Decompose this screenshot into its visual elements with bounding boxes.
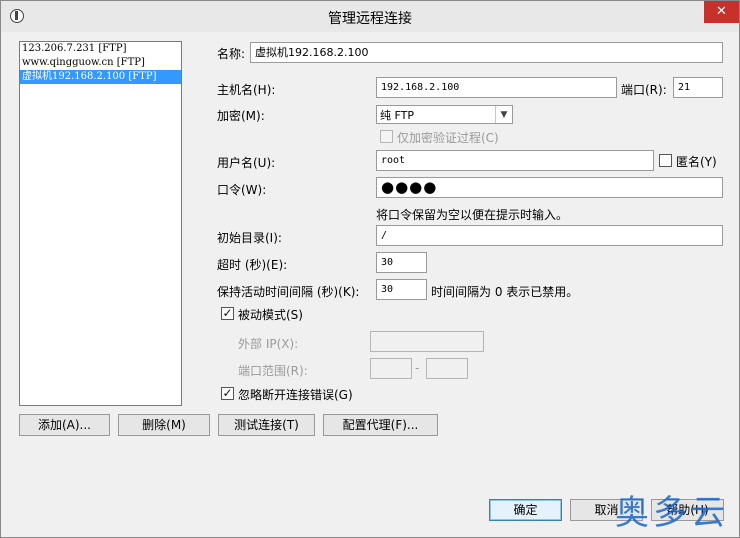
timeout-label: 超时 (秒)(E): bbox=[217, 258, 288, 272]
password-input[interactable]: ●●●● bbox=[376, 177, 723, 198]
port-label: 端口(R): bbox=[621, 83, 667, 97]
encrypt-auth-only-checkbox[interactable] bbox=[380, 130, 393, 143]
list-item[interactable]: 虚拟机192.168.2.100 [FTP] bbox=[20, 70, 181, 84]
encrypt-auth-only-label: 仅加密验证过程(C) bbox=[397, 131, 499, 145]
timeout-input[interactable]: 30 bbox=[376, 252, 427, 273]
passive-mode-checkbox[interactable]: ✓ bbox=[221, 307, 234, 320]
password-hint: 将口令保留为空以便在提示时输入。 bbox=[376, 208, 569, 222]
passive-mode-label: 被动模式(S) bbox=[238, 308, 303, 322]
password-label: 口令(W): bbox=[217, 183, 267, 197]
remote-connections-dialog: 管理远程连接 ✕ 123.206.7.231 [FTP] www.qingguow… bbox=[0, 0, 740, 538]
port-range-separator: - bbox=[415, 361, 420, 375]
port-range-label: 端口范围(R): bbox=[238, 364, 308, 378]
port-range-from-input[interactable] bbox=[370, 358, 412, 379]
host-label: 主机名(H): bbox=[217, 83, 276, 97]
anonymous-checkbox[interactable] bbox=[659, 154, 672, 167]
port-range-to-input[interactable] bbox=[426, 358, 468, 379]
watermark-logo: 奥多云 bbox=[615, 493, 729, 533]
dialog-title: 管理远程连接 bbox=[328, 11, 412, 27]
close-button[interactable]: ✕ bbox=[704, 1, 739, 23]
keepalive-input[interactable]: 30 bbox=[376, 279, 427, 300]
ok-button[interactable]: 确定 bbox=[489, 499, 562, 521]
list-item[interactable]: 123.206.7.231 [FTP] bbox=[20, 42, 181, 56]
keepalive-hint: 时间间隔为 0 表示已禁用。 bbox=[431, 285, 579, 299]
port-input[interactable]: 21 bbox=[673, 77, 723, 98]
connection-list[interactable]: 123.206.7.231 [FTP] www.qingguow.cn [FTP]… bbox=[19, 41, 182, 406]
username-input[interactable]: root bbox=[376, 150, 654, 171]
keepalive-label: 保持活动时间间隔 (秒)(K): bbox=[217, 285, 360, 299]
name-input[interactable]: 虚拟机192.168.2.100 bbox=[250, 42, 723, 63]
host-input[interactable]: 192.168.2.100 bbox=[376, 77, 617, 98]
test-connection-button[interactable]: 测试连接(T) bbox=[218, 414, 315, 436]
encryption-select[interactable]: 纯 FTP ▼ bbox=[376, 105, 513, 124]
initial-dir-label: 初始目录(I): bbox=[217, 231, 282, 245]
title-bar[interactable]: 管理远程连接 ✕ bbox=[1, 1, 739, 32]
list-item[interactable]: www.qingguow.cn [FTP] bbox=[20, 56, 181, 70]
delete-button[interactable]: 删除(M) bbox=[118, 414, 210, 436]
configure-proxy-button[interactable]: 配置代理(F)... bbox=[323, 414, 438, 436]
username-label: 用户名(U): bbox=[217, 156, 276, 170]
encryption-value: 纯 FTP bbox=[380, 109, 414, 122]
ignore-errors-checkbox[interactable]: ✓ bbox=[221, 387, 234, 400]
anonymous-label: 匿名(Y) bbox=[676, 155, 717, 169]
initial-dir-input[interactable]: / bbox=[376, 225, 723, 246]
ignore-errors-label: 忽略断开连接错误(G) bbox=[238, 388, 353, 402]
external-ip-label: 外部 IP(X): bbox=[238, 337, 299, 351]
chevron-down-icon: ▼ bbox=[495, 106, 512, 123]
name-label: 名称: bbox=[217, 47, 246, 61]
encryption-label: 加密(M): bbox=[217, 109, 265, 123]
add-button[interactable]: 添加(A)... bbox=[19, 414, 110, 436]
external-ip-input[interactable] bbox=[370, 331, 484, 352]
